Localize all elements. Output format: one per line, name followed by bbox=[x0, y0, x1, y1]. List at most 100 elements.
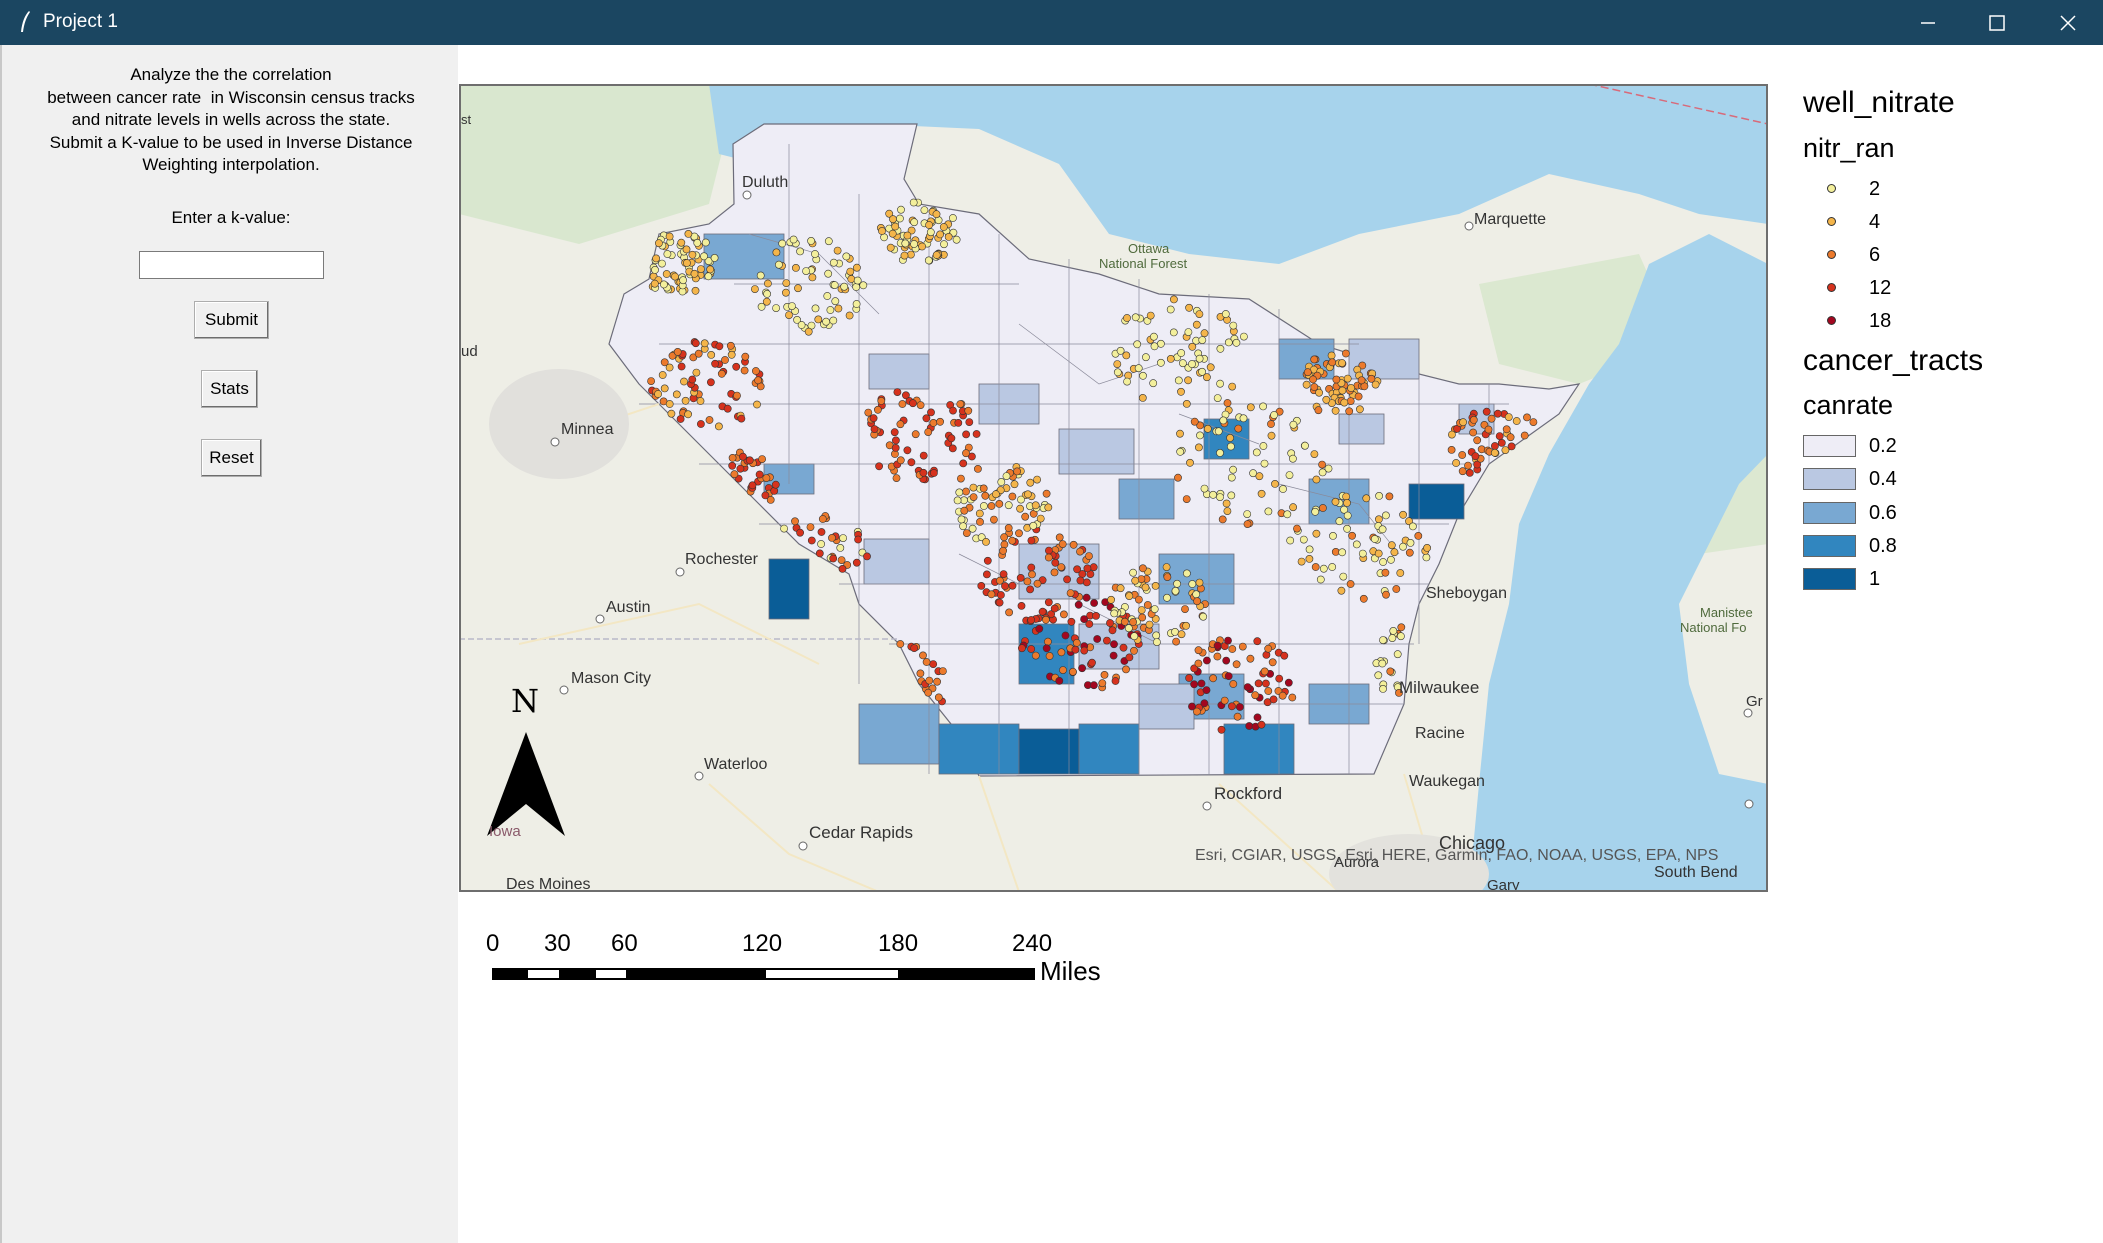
well-point bbox=[1213, 652, 1222, 661]
well-point bbox=[696, 265, 705, 273]
well-point bbox=[1076, 576, 1085, 585]
well-point bbox=[1319, 564, 1328, 573]
well-point bbox=[1185, 674, 1193, 682]
well-point bbox=[1171, 628, 1179, 636]
place-label: Gary bbox=[1487, 877, 1520, 892]
well-point bbox=[1177, 387, 1185, 396]
well-point bbox=[1397, 632, 1405, 641]
well-point bbox=[1131, 313, 1140, 322]
well-point bbox=[1050, 568, 1059, 577]
well-point bbox=[1098, 679, 1107, 688]
well-point bbox=[924, 428, 933, 436]
well-point bbox=[1024, 490, 1032, 499]
legend-item: 1 bbox=[1803, 565, 2003, 593]
well-point bbox=[1004, 524, 1013, 532]
legend-item-label: 0.4 bbox=[1869, 468, 1897, 490]
well-point bbox=[863, 552, 871, 561]
well-point bbox=[1157, 358, 1165, 367]
well-point bbox=[1497, 438, 1506, 447]
well-point bbox=[704, 272, 713, 281]
legend-layer-title: cancer_tracts bbox=[1803, 344, 1984, 377]
well-point bbox=[869, 414, 878, 423]
legend-item: 12 bbox=[1803, 274, 2003, 302]
cancer-class-swatch bbox=[1803, 568, 1856, 590]
well-point bbox=[1447, 445, 1456, 454]
well-point bbox=[1106, 619, 1114, 627]
well-point bbox=[1381, 568, 1390, 577]
well-point bbox=[1280, 651, 1289, 660]
well-point bbox=[1245, 722, 1254, 730]
well-point bbox=[927, 408, 935, 417]
well-point bbox=[911, 430, 920, 439]
well-point bbox=[1209, 490, 1217, 499]
well-point bbox=[706, 378, 715, 387]
submit-button[interactable]: Submit bbox=[194, 301, 269, 339]
reset-button[interactable]: Reset bbox=[201, 439, 262, 477]
well-point bbox=[847, 275, 856, 283]
description-line: and nitrate levels in wells across the s… bbox=[71, 110, 391, 129]
well-point bbox=[660, 384, 669, 393]
place-label: Minnea bbox=[561, 421, 614, 438]
well-point bbox=[838, 564, 847, 573]
well-point bbox=[1139, 564, 1147, 573]
well-point bbox=[1283, 510, 1292, 519]
well-point bbox=[1192, 590, 1201, 599]
well-point bbox=[974, 464, 982, 473]
well-point bbox=[1452, 459, 1460, 467]
maximize-button[interactable] bbox=[1962, 0, 2032, 45]
well-point bbox=[1151, 581, 1160, 590]
place-label: South Bend bbox=[1654, 864, 1738, 881]
well-point bbox=[818, 515, 827, 523]
tract-shade bbox=[1338, 413, 1385, 445]
close-button[interactable] bbox=[2033, 0, 2103, 45]
well-point bbox=[671, 272, 679, 281]
well-point bbox=[1200, 329, 1209, 338]
well-point bbox=[1018, 644, 1026, 653]
well-point bbox=[940, 240, 948, 249]
k-value-input[interactable] bbox=[139, 251, 324, 279]
minimize-button[interactable] bbox=[1893, 0, 1963, 45]
well-point bbox=[684, 229, 693, 238]
well-point bbox=[903, 446, 912, 455]
well-point bbox=[1397, 623, 1406, 632]
well-point bbox=[997, 478, 1006, 486]
well-point bbox=[897, 205, 905, 214]
well-point bbox=[1013, 467, 1021, 476]
well-point bbox=[1129, 568, 1137, 577]
scale-tick-label: 180 bbox=[878, 930, 919, 957]
well-point bbox=[870, 425, 879, 433]
legend-item-label: 0.8 bbox=[1869, 535, 1897, 557]
well-point bbox=[1008, 492, 1017, 501]
city-marker bbox=[1743, 708, 1753, 718]
well-point bbox=[826, 306, 835, 314]
well-point bbox=[1073, 565, 1081, 574]
control-panel: Analyze the the correlation between canc… bbox=[0, 45, 458, 1243]
well-point bbox=[959, 522, 967, 531]
well-point bbox=[1232, 660, 1241, 669]
well-point bbox=[662, 270, 671, 278]
well-point bbox=[924, 688, 933, 697]
well-point bbox=[700, 252, 708, 261]
well-point bbox=[1135, 595, 1143, 604]
well-point bbox=[975, 509, 984, 518]
legend-field-title: nitr_ran bbox=[1803, 133, 1895, 163]
scale-tick-label: 240 bbox=[1012, 930, 1053, 957]
well-point bbox=[1051, 558, 1060, 567]
well-point bbox=[1029, 521, 1038, 530]
well-point bbox=[665, 400, 674, 408]
well-point bbox=[1131, 576, 1140, 585]
nitrate-class-dot bbox=[1827, 184, 1836, 193]
well-point bbox=[740, 366, 749, 375]
well-point bbox=[1228, 645, 1237, 653]
well-point bbox=[1050, 604, 1059, 613]
well-point bbox=[654, 390, 662, 398]
city-marker bbox=[742, 190, 752, 200]
well-point bbox=[1066, 589, 1075, 597]
map-view[interactable]: N Duluth Marquette Ottawa National Fores… bbox=[459, 83, 1769, 914]
well-point bbox=[1100, 671, 1109, 679]
well-point bbox=[701, 238, 710, 247]
well-point bbox=[1138, 393, 1147, 402]
stats-button[interactable]: Stats bbox=[201, 370, 258, 408]
well-point bbox=[1067, 617, 1076, 626]
well-point bbox=[845, 311, 854, 320]
